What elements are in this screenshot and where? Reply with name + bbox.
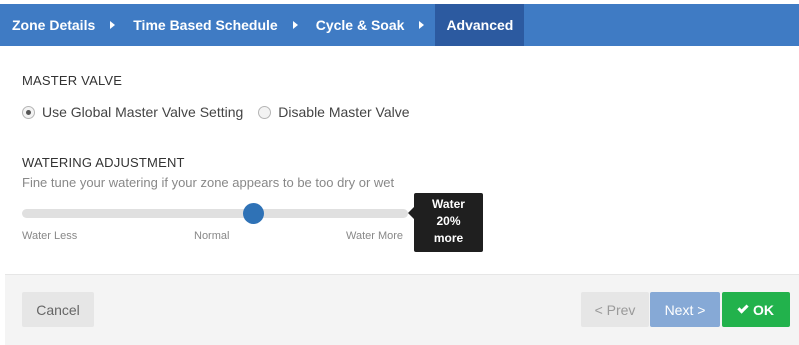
- radio-label: Disable Master Valve: [278, 104, 410, 120]
- tooltip-line-2: 20%: [436, 214, 461, 228]
- wizard-tab-bar: Zone Details Time Based Schedule Cycle &…: [0, 4, 799, 46]
- watering-adjustment-title: WATERING ADJUSTMENT: [22, 155, 185, 170]
- check-icon: [737, 302, 749, 314]
- cancel-button[interactable]: Cancel: [22, 292, 94, 327]
- slider-value-tooltip: Water 20% more: [408, 193, 483, 252]
- watering-adjustment-description: Fine tune your watering if your zone app…: [22, 175, 395, 190]
- chevron-right-icon: [419, 21, 425, 29]
- radio-disable-master-valve[interactable]: Disable Master Valve: [258, 104, 410, 120]
- master-valve-title: MASTER VALVE: [22, 73, 123, 88]
- chevron-right-icon: [292, 21, 298, 29]
- radio-checked-icon[interactable]: [22, 105, 35, 119]
- tab-time-based-schedule[interactable]: Time Based Schedule: [133, 4, 277, 46]
- master-valve-options: Use Global Master Valve Setting Disable …: [22, 104, 410, 120]
- watering-adjustment-slider-track[interactable]: [22, 209, 408, 218]
- chevron-right-icon: [110, 21, 116, 29]
- slider-label-water-more: Water More: [346, 230, 404, 242]
- radio-use-global-master-valve[interactable]: Use Global Master Valve Setting: [22, 104, 243, 120]
- radio-label: Use Global Master Valve Setting: [42, 104, 244, 120]
- tab-zone-details[interactable]: Zone Details: [0, 4, 95, 46]
- watering-adjustment-slider-handle[interactable]: [243, 203, 265, 224]
- next-button[interactable]: Next >: [650, 292, 720, 327]
- tab-cycle-soak[interactable]: Cycle & Soak: [316, 4, 405, 46]
- slider-label-water-less: Water Less: [22, 230, 78, 242]
- tooltip-line-3: more: [433, 231, 464, 245]
- ok-button[interactable]: OK: [722, 292, 790, 327]
- ok-button-label: OK: [753, 301, 774, 318]
- tab-advanced[interactable]: Advanced: [435, 4, 525, 46]
- slider-label-normal: Normal: [194, 230, 230, 242]
- prev-button[interactable]: < Prev: [581, 292, 649, 327]
- radio-unchecked-icon[interactable]: [258, 105, 272, 119]
- tooltip-line-1: Water: [432, 197, 465, 211]
